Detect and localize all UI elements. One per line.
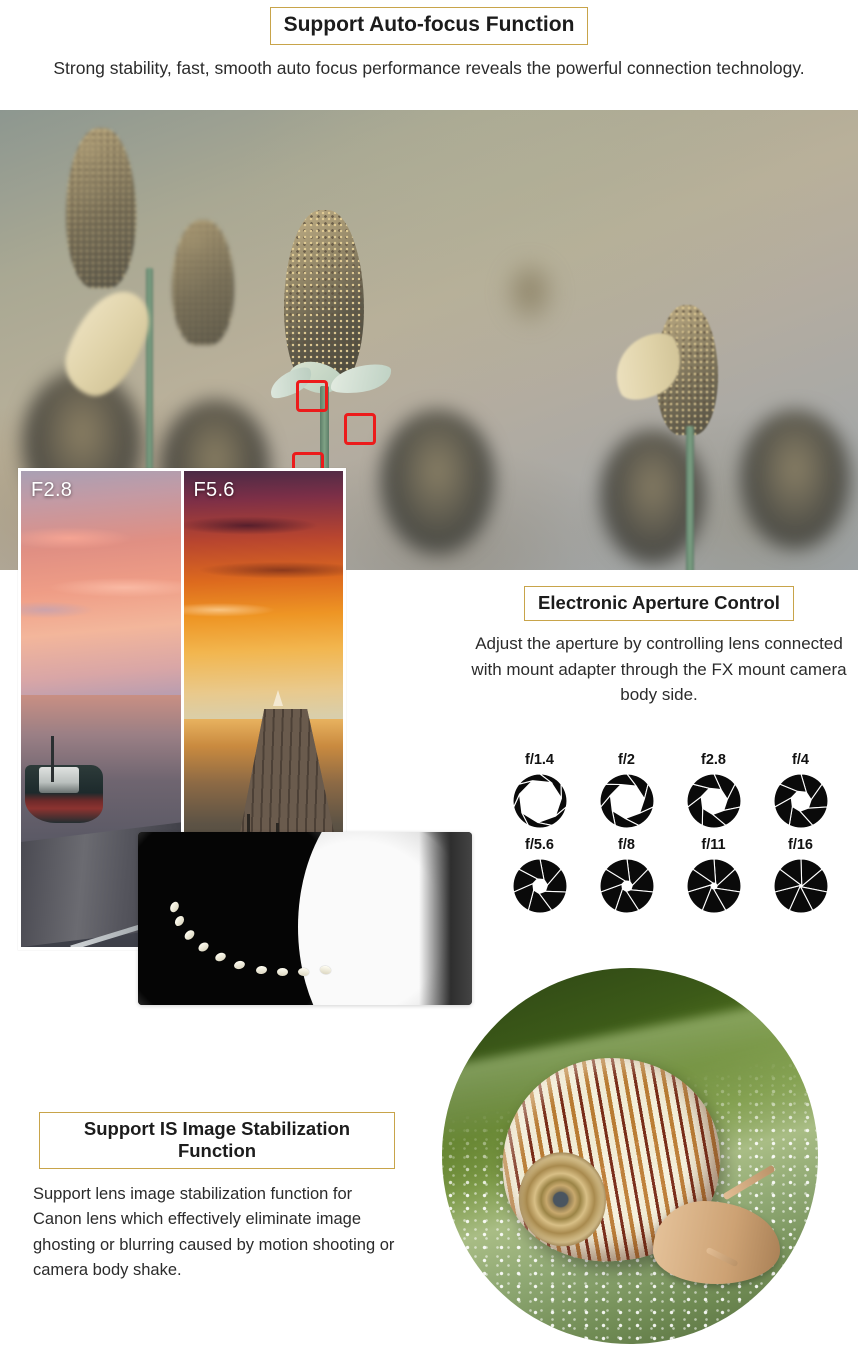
- aperture-stop-cell: f/4: [757, 752, 844, 831]
- flower-cone-center-focused: [284, 210, 364, 390]
- bokeh-cone-5: [740, 410, 850, 550]
- left-boat-cabin: [39, 767, 79, 794]
- comparison-label-f56: F5.6: [193, 479, 235, 501]
- stabilization-section: Support IS Image Stabilization Function …: [33, 1112, 401, 1284]
- page-title: Support Auto-focus Function: [269, 7, 589, 45]
- aperture-blades-icon: [686, 858, 741, 914]
- product-feature-page: Support Auto-focus Function Strong stabi…: [0, 0, 858, 1366]
- aperture-stop-label: f2.8: [701, 752, 726, 768]
- aperture-blades-icon: [512, 773, 567, 829]
- aperture-blades-icon: [599, 858, 654, 914]
- left-boat-mast: [51, 735, 54, 782]
- aperture-blades-icon: [686, 773, 741, 829]
- aperture-section-title: Electronic Aperture Control: [524, 586, 794, 621]
- left-sky: [21, 471, 181, 695]
- header-subtitle: Strong stability, fast, smooth auto focu…: [53, 57, 805, 78]
- aperture-stop-cell: f/5.6: [496, 837, 583, 916]
- stabilization-section-title: Support IS Image Stabilization Function: [39, 1112, 395, 1169]
- aperture-stop-label: f/4: [792, 752, 809, 768]
- aperture-stop-label: f/16: [788, 837, 813, 853]
- aperture-stop-label: f/2: [618, 752, 635, 768]
- aperture-section-body: Adjust the aperture by controlling lens …: [471, 633, 847, 705]
- aperture-stop-label: f/1.4: [524, 752, 554, 768]
- aperture-blades-icon: [599, 773, 654, 829]
- aperture-blades-icon: [773, 773, 828, 829]
- aperture-blades-icon: [512, 858, 567, 914]
- right-sailboat: [272, 689, 283, 706]
- aperture-stop-label: f/5.6: [524, 837, 554, 853]
- aperture-stop-cell: f/16: [757, 837, 844, 916]
- aperture-stop-cell: f/11: [670, 837, 757, 916]
- aperture-blades-icon: [773, 858, 828, 914]
- af-point-box-1: [296, 380, 328, 412]
- electronic-contact-pins: [165, 874, 359, 988]
- aperture-stop-label: f/11: [701, 837, 726, 853]
- flower-cone-mid: [172, 220, 234, 345]
- left-boat: [25, 735, 103, 824]
- lens-mount-contacts-photo: [138, 832, 472, 1005]
- comparison-label-f28: F2.8: [31, 479, 73, 501]
- flower-cone-left: [66, 128, 136, 288]
- snail-macro-photo: [442, 968, 818, 1344]
- aperture-fstop-chart: f/1.4 f/2 f2.8 f/4 f/5.6 f/8 f/11 f/16: [496, 752, 844, 916]
- aperture-stop-label: f/8: [618, 837, 635, 853]
- aperture-stop-cell: f/8: [583, 837, 670, 916]
- right-sky: [183, 471, 343, 719]
- aperture-stop-cell: f2.8: [670, 752, 757, 831]
- stabilization-section-body: Support lens image stabilization functio…: [33, 1184, 395, 1280]
- aperture-stop-cell: f/2: [583, 752, 670, 831]
- flower-stem-right: [686, 426, 694, 570]
- bokeh-cone-3: [380, 410, 495, 555]
- aperture-control-section: Electronic Aperture Control Adjust the a…: [470, 586, 848, 708]
- aperture-stop-cell: f/1.4: [496, 752, 583, 831]
- header-section: Support Auto-focus Function Strong stabi…: [0, 0, 858, 81]
- af-point-box-2: [344, 413, 376, 445]
- bokeh-cone-6: [500, 260, 560, 330]
